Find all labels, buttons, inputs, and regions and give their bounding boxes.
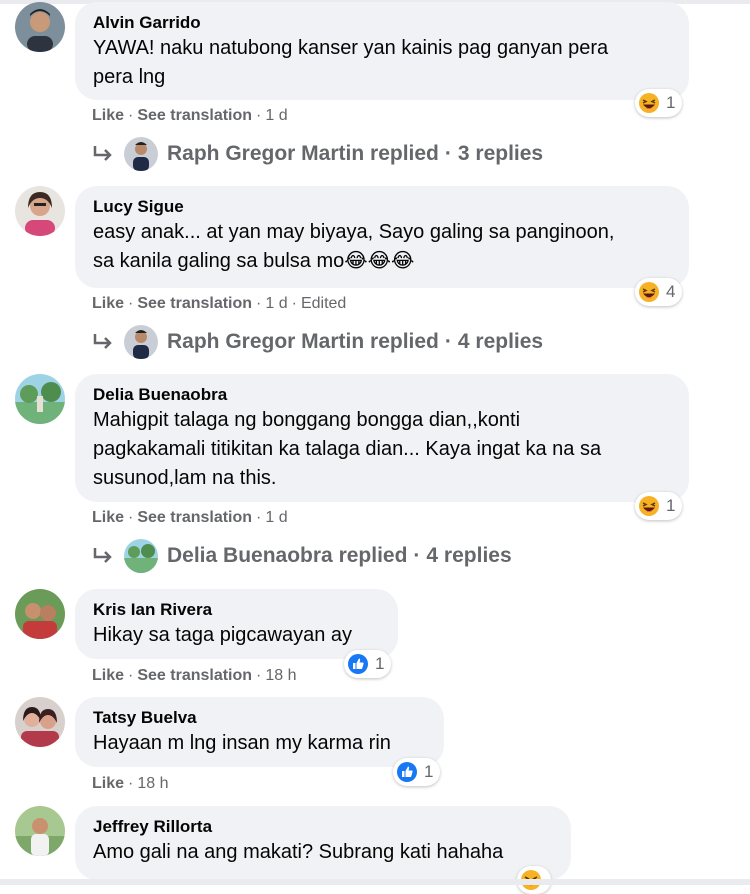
reply-author: Delia Buenaobra [167, 544, 333, 567]
like-icon [348, 654, 368, 674]
comment-author[interactable]: Kris Ian Rivera [93, 599, 380, 621]
comment-author[interactable]: Tatsy Buelva [93, 707, 426, 729]
haha-icon [639, 496, 659, 516]
reaction-badge[interactable]: 4 [635, 278, 683, 306]
comment-bubble: Kris Ian Rivera Hikay sa taga pigcawayan… [75, 589, 398, 659]
reply-verb: replied [370, 330, 439, 353]
reaction-badge[interactable]: 1 [635, 492, 683, 520]
view-replies[interactable]: Raph Gregor Martin replied · 3 replies [92, 136, 543, 172]
comment-time[interactable]: 18 h [137, 775, 168, 792]
reply-avatar [124, 325, 158, 359]
reply-author: Raph Gregor Martin [167, 142, 365, 165]
comment-bubble: Alvin Garrido YAWA! naku natubong kanser… [75, 2, 689, 100]
reply-verb: replied [338, 544, 408, 567]
see-translation-link[interactable]: See translation [137, 295, 252, 312]
see-translation-link[interactable]: See translation [137, 509, 252, 526]
reply-count: 4 replies [426, 544, 512, 567]
reply-avatar [124, 539, 158, 573]
reply-author: Raph Gregor Martin [167, 330, 365, 353]
comment-author[interactable]: Jeffrey Rillorta [93, 816, 553, 838]
comment-author[interactable]: Lucy Sigue [93, 196, 671, 218]
bottom-divider [0, 879, 750, 885]
see-translation-link[interactable]: See translation [137, 667, 252, 684]
comment-time[interactable]: 1 d [265, 107, 287, 124]
reaction-badge[interactable]: 1 [344, 650, 392, 678]
comment-bubble: Tatsy Buelva Hayaan m lng insan my karma… [75, 697, 444, 767]
reply-verb: replied [370, 142, 439, 165]
reply-count: 4 replies [457, 330, 544, 353]
view-replies[interactable]: Raph Gregor Martin replied · 4 replies [92, 324, 543, 360]
like-button[interactable]: Like [92, 667, 124, 684]
comment-actions: Like · See translation · 1 d [92, 509, 288, 526]
comment-text: Amo gali na ang makati? Subrang kati hah… [93, 841, 504, 863]
comment-actions: Like · See translation · 1 d [92, 107, 288, 124]
reaction-badge[interactable]: 1 [393, 758, 441, 786]
see-translation-link[interactable]: See translation [137, 107, 252, 124]
like-button[interactable]: Like [92, 107, 124, 124]
comment-actions: Like · See translation · 1 d · Edited [92, 295, 347, 312]
like-button[interactable]: Like [92, 509, 124, 526]
comment-time[interactable]: 1 d [265, 295, 287, 312]
reaction-badge[interactable]: 1 [635, 89, 683, 117]
avatar[interactable] [15, 186, 65, 236]
comment-text: Hikay sa taga pigcawayan ay [93, 624, 353, 646]
reply-avatar [124, 137, 158, 171]
comment-text: Mahigpit talaga ng bonggang bongga dian,… [93, 409, 602, 489]
reaction-count: 1 [375, 654, 385, 673]
reaction-count: 1 [666, 93, 676, 112]
reply-arrow-icon [93, 146, 112, 161]
comment-actions: Like · See translation · 18 h [92, 667, 297, 684]
comment-text: YAWA! naku natubong kanser yan kainis pa… [93, 37, 609, 88]
reaction-count: 1 [424, 762, 434, 781]
avatar[interactable] [15, 589, 65, 639]
like-icon [397, 762, 417, 782]
avatar[interactable] [15, 374, 65, 424]
reaction-count: 1 [666, 496, 676, 515]
view-replies[interactable]: Delia Buenaobra replied · 4 replies [92, 538, 512, 574]
avatar[interactable] [15, 2, 65, 52]
comment-author[interactable]: Alvin Garrido [93, 12, 671, 34]
comment-author[interactable]: Delia Buenaobra [93, 384, 671, 406]
edited-label[interactable]: Edited [301, 295, 346, 312]
reaction-count: 4 [666, 282, 676, 301]
reply-count: 3 replies [457, 142, 544, 165]
comment-bubble: Delia Buenaobra Mahigpit talaga ng bongg… [75, 374, 689, 502]
avatar[interactable] [15, 806, 65, 856]
comment-bubble: Jeffrey Rillorta Amo gali na ang makati?… [75, 806, 571, 880]
haha-icon [639, 93, 659, 113]
reply-arrow-icon [93, 334, 112, 349]
comment-text: Hayaan m lng insan my karma rin [93, 732, 391, 754]
comment-actions: Like · 18 h [92, 775, 169, 792]
comment-time[interactable]: 18 h [265, 667, 296, 684]
reply-arrow-icon [93, 548, 112, 563]
comment-time[interactable]: 1 d [265, 509, 287, 526]
haha-icon [639, 282, 659, 302]
comment-bubble: Lucy Sigue easy anak... at yan may biyay… [75, 186, 689, 288]
like-button[interactable]: Like [92, 775, 124, 792]
avatar[interactable] [15, 697, 65, 747]
like-button[interactable]: Like [92, 295, 124, 312]
comment-text: easy anak... at yan may biyaya, Sayo gal… [93, 221, 615, 272]
